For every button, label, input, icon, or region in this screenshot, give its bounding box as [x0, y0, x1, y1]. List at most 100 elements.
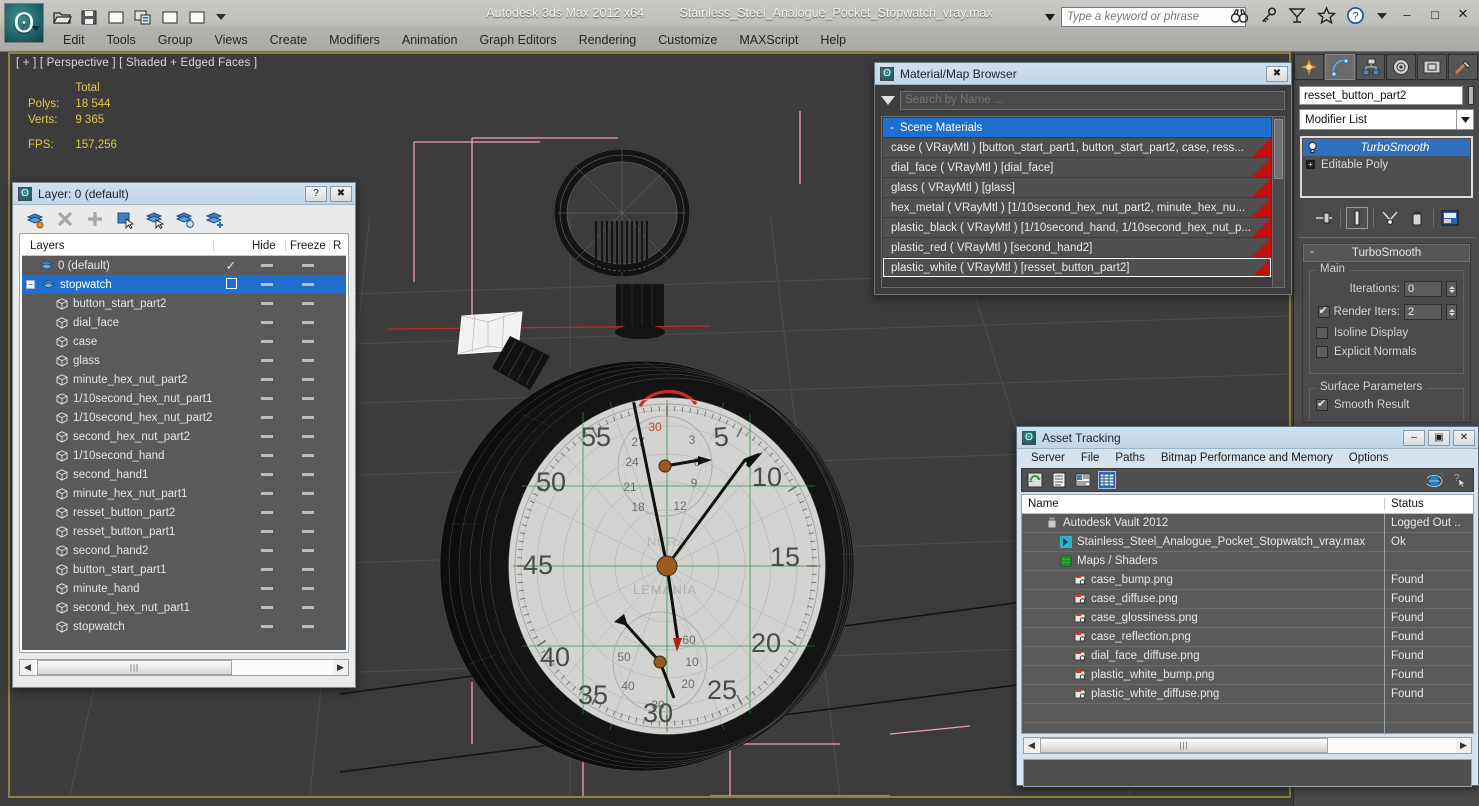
layer-row-name-cell[interactable]: second_hex_nut_part2 — [22, 431, 214, 443]
layer-row[interactable]: minute_hand — [22, 579, 346, 598]
layer-freeze-cell[interactable] — [286, 568, 330, 571]
material-group-header[interactable]: - Scene Materials — [883, 118, 1271, 137]
asset-row-name-cell[interactable]: case_bump.png — [1022, 570, 1385, 590]
material-search-input[interactable] — [900, 90, 1285, 110]
save-icon[interactable] — [79, 7, 99, 27]
smooth-result-checkbox[interactable] — [1316, 397, 1328, 411]
layer-row[interactable]: second_hand2 — [22, 541, 346, 560]
show-end-result-icon[interactable] — [1345, 207, 1368, 229]
refresh-icon[interactable] — [1026, 471, 1044, 489]
help-dropdown-icon[interactable] — [1377, 12, 1387, 19]
layer-row-name-cell[interactable]: 0 (default) — [22, 260, 214, 272]
asset-menu-options[interactable]: Options — [1341, 452, 1397, 464]
menu-animation[interactable]: Animation — [391, 32, 469, 48]
layer-row[interactable]: button_start_part2 — [22, 294, 346, 313]
menu-group[interactable]: Group — [147, 32, 204, 48]
layer-dialog[interactable]: ʘ Layer: 0 (default) ? ✖ Layers Hide Fre… — [12, 182, 356, 688]
layer-hide-cell[interactable] — [248, 473, 286, 476]
layer-row[interactable]: stopwatch — [22, 617, 346, 636]
layer-hide-cell[interactable] — [248, 283, 286, 286]
layer-row[interactable]: minute_hex_nut_part2 — [22, 370, 346, 389]
material-item[interactable]: plastic_white ( VRayMtl ) [resset_button… — [883, 258, 1271, 277]
layer-row[interactable]: minute_hex_nut_part1 — [22, 484, 346, 503]
scroll-track[interactable]: ||| — [35, 660, 333, 675]
layer-row-name-cell[interactable]: button_start_part2 — [22, 298, 214, 310]
layer-row[interactable]: resset_button_part2 — [22, 503, 346, 522]
asset-close-button[interactable]: ✕ — [1453, 429, 1475, 446]
layer-freeze-cell[interactable] — [286, 435, 330, 438]
satellite-icon[interactable] — [1288, 6, 1307, 25]
layer-freeze-cell[interactable] — [286, 340, 330, 343]
layer-row-name-cell[interactable]: second_hand1 — [22, 469, 214, 481]
asset-minimize-button[interactable]: – — [1403, 429, 1425, 446]
layer-freeze-cell[interactable] — [286, 625, 330, 628]
asset-row-name-cell[interactable]: case_reflection.png — [1022, 627, 1385, 647]
asset-row-name-cell[interactable]: case_glossiness.png — [1022, 608, 1385, 628]
layer-hide-cell[interactable] — [248, 435, 286, 438]
menu-help[interactable]: Help — [809, 32, 857, 48]
menu-maxscript[interactable]: MAXScript — [728, 32, 809, 48]
layer-row[interactable]: 0 (default) ✓ — [22, 256, 346, 275]
layer-hide-cell[interactable] — [248, 454, 286, 457]
material-browser-titlebar[interactable]: ʘ Material/Map Browser ✖ — [875, 63, 1291, 85]
asset-menu-file[interactable]: File — [1073, 452, 1108, 464]
layer-row[interactable]: second_hex_nut_part2 — [22, 427, 346, 446]
search-expand-icon[interactable] — [1045, 13, 1055, 21]
asset-row[interactable]: case_bump.png Found — [1022, 570, 1473, 590]
menu-tools[interactable]: Tools — [96, 32, 147, 48]
asset-tracking-dialog[interactable]: ʘ Asset Tracking – ▣ ✕ Server File Paths… — [1016, 426, 1479, 787]
asset-row-name-cell[interactable]: Maps / Shaders — [1022, 551, 1385, 571]
material-browser-menu-icon[interactable] — [881, 95, 895, 105]
render-iters-checkbox[interactable] — [1317, 304, 1330, 318]
asset-tracking-grid[interactable]: Name Status Autodesk Vault 2012 Logged Ou… — [1021, 494, 1474, 734]
asset-row[interactable]: plastic_white_bump.png Found — [1022, 665, 1473, 685]
layer-row-name-cell[interactable]: minute_hand — [22, 583, 214, 595]
material-item[interactable]: case ( VRayMtl ) [button_start_part1, bu… — [883, 138, 1271, 157]
collapse-icon[interactable]: − — [26, 280, 35, 289]
layer-freeze-cell[interactable] — [286, 302, 330, 305]
layer-row-name-cell[interactable]: resset_button_part1 — [22, 526, 214, 538]
layer-hide-cell[interactable] — [248, 397, 286, 400]
layer-row[interactable]: resset_button_part1 — [22, 522, 346, 541]
layer-help-button[interactable]: ? — [305, 185, 327, 202]
select-objects-icon[interactable] — [115, 209, 135, 230]
layer-row-name-cell[interactable]: minute_hex_nut_part1 — [22, 488, 214, 500]
asset-row-name-cell[interactable]: plastic_white_diffuse.png — [1022, 684, 1385, 704]
asset-row[interactable]: Autodesk Vault 2012 Logged Out .. — [1022, 514, 1473, 533]
scroll-thumb[interactable]: ||| — [1040, 738, 1328, 753]
layer-hide-cell[interactable] — [248, 492, 286, 495]
object-name-field[interactable] — [1299, 86, 1463, 105]
material-item[interactable]: glass ( VRayMtl ) [glass] — [883, 178, 1271, 197]
menu-rendering[interactable]: Rendering — [568, 32, 648, 48]
asset-row-name-cell[interactable]: Stainless_Steel_Analogue_Pocket_Stopwatc… — [1022, 532, 1385, 552]
layer-freeze-cell[interactable] — [286, 454, 330, 457]
layer-close-button[interactable]: ✖ — [330, 185, 352, 202]
make-unique-icon[interactable] — [1379, 207, 1401, 229]
configure-sets-icon[interactable] — [1439, 207, 1461, 229]
scroll-thumb[interactable] — [1274, 119, 1283, 179]
layer-row[interactable]: 1/10second_hex_nut_part1 — [22, 389, 346, 408]
minimize-button[interactable]: – — [1399, 7, 1415, 22]
layer-current-cell[interactable]: ✓ — [214, 258, 248, 274]
layer-list[interactable]: Layers Hide Freeze R 0 (default) ✓ − stopwa… — [19, 233, 349, 653]
object-color-swatch[interactable] — [1468, 86, 1474, 105]
asset-row-name-cell[interactable]: case_diffuse.png — [1022, 589, 1385, 609]
asset-menu-paths[interactable]: Paths — [1107, 452, 1152, 464]
layer-dialog-titlebar[interactable]: ʘ Layer: 0 (default) ? ✖ — [13, 183, 355, 205]
layer-row[interactable]: glass — [22, 351, 346, 370]
pin-stack-icon[interactable] — [1313, 207, 1335, 229]
menu-modifiers[interactable]: Modifiers — [318, 32, 391, 48]
close-button[interactable]: ✕ — [1455, 6, 1471, 22]
layer-hide-cell[interactable] — [248, 416, 286, 419]
asset-row[interactable]: case_glossiness.png Found — [1022, 608, 1473, 628]
maximize-button[interactable]: □ — [1427, 7, 1443, 22]
layer-row-name-cell[interactable]: stopwatch — [22, 621, 214, 633]
open-icon[interactable] — [52, 7, 72, 27]
material-list-scrollbar[interactable] — [1272, 117, 1284, 287]
set-current-layer-icon[interactable] — [205, 209, 225, 229]
layer-row[interactable]: − stopwatch — [22, 275, 346, 294]
layer-hide-cell[interactable] — [248, 321, 286, 324]
layer-hide-cell[interactable] — [248, 606, 286, 609]
layer-freeze-cell[interactable] — [286, 549, 330, 552]
material-list-items[interactable]: - Scene Materials case ( VRayMtl ) [button… — [882, 117, 1272, 287]
